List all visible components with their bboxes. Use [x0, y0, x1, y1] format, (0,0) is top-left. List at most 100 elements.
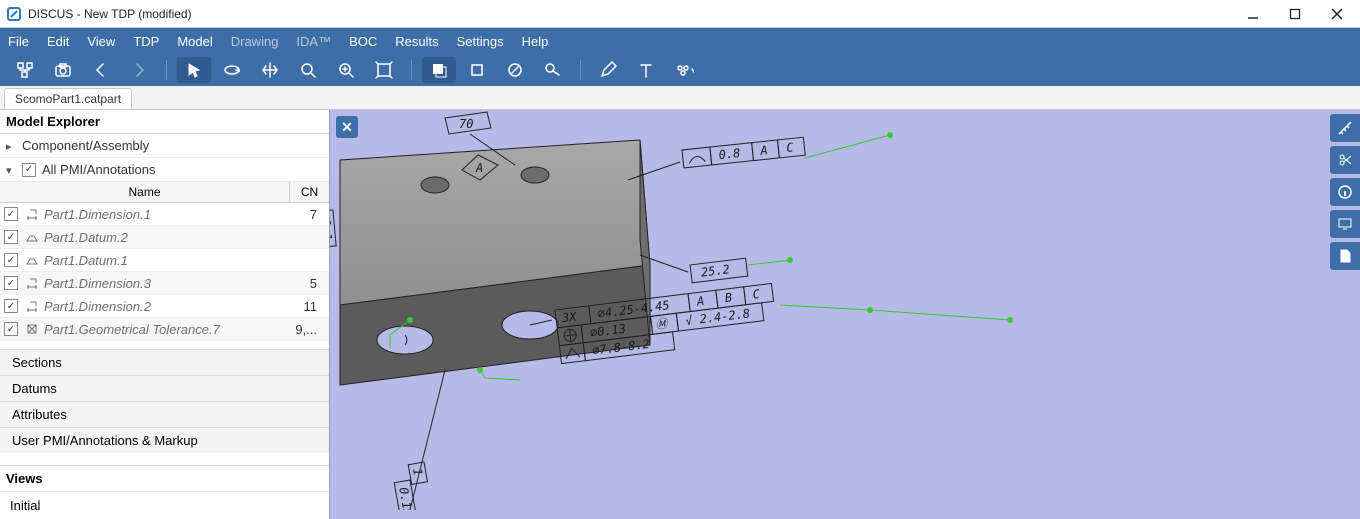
menu-tdp[interactable]: TDP — [133, 34, 159, 49]
group-sections[interactable]: Sections — [0, 349, 329, 375]
menu-ida: IDA™ — [296, 34, 331, 49]
col-cn[interactable]: CN — [289, 182, 329, 202]
group-checkbox[interactable] — [22, 163, 36, 177]
row-checkbox[interactable] — [4, 253, 18, 267]
toolbar-back-button[interactable] — [84, 57, 118, 83]
group-attributes[interactable]: Attributes — [0, 401, 329, 427]
col-name[interactable]: Name — [0, 182, 289, 202]
toolbar-forward-button — [122, 57, 156, 83]
pmi-row[interactable]: Part1.Datum.2 — [0, 226, 329, 249]
svg-text:0.15: 0.15 — [396, 486, 415, 510]
group-label: User PMI/Annotations & Markup — [12, 433, 198, 448]
pmi-row[interactable]: Part1.Geometrical Tolerance.79,... — [0, 318, 329, 341]
gtol-icon — [24, 321, 40, 337]
caret-right-icon — [6, 138, 16, 153]
close-button[interactable] — [1330, 7, 1344, 21]
row-name: Part1.Dimension.1 — [44, 207, 285, 222]
group-component-assembly[interactable]: Component/Assembly — [0, 134, 329, 158]
svg-text:25.2: 25.2 — [700, 262, 730, 279]
pmi-row[interactable]: Part1.Dimension.211 — [0, 295, 329, 318]
svg-text:3X: 3X — [560, 309, 578, 325]
model-explorer-panel: Model Explorer Component/Assembly All PM… — [0, 110, 330, 519]
view-item[interactable]: Initial — [0, 491, 329, 519]
toolbar-layer-single-button[interactable] — [460, 57, 494, 83]
row-name: Part1.Dimension.3 — [44, 276, 285, 291]
toolbar-zoom-button[interactable] — [291, 57, 325, 83]
svg-text:√ 2.4-2.8: √ 2.4-2.8 — [684, 306, 750, 328]
views-header: Views — [0, 465, 329, 491]
minimize-button[interactable] — [1246, 7, 1260, 21]
pmi-row[interactable]: Part1.Dimension.17 — [0, 203, 329, 226]
maximize-button[interactable] — [1288, 7, 1302, 21]
app-logo-icon — [6, 6, 22, 22]
dim-icon — [24, 275, 40, 291]
svg-text:0.8: 0.8 — [718, 146, 741, 162]
group-label: Attributes — [12, 407, 67, 422]
toolbar-layers-button[interactable] — [422, 57, 456, 83]
toolbar-cursor-button[interactable] — [177, 57, 211, 83]
pmi-row[interactable]: Part1.Datum.1 — [0, 249, 329, 272]
toolbar-annotate-button[interactable] — [498, 57, 532, 83]
row-name: Part1.Datum.1 — [44, 253, 285, 268]
toolbar — [0, 54, 1360, 86]
dim-icon — [24, 298, 40, 314]
row-checkbox[interactable] — [4, 276, 18, 290]
group-user-pmi[interactable]: User PMI/Annotations & Markup — [0, 427, 329, 453]
menu-file[interactable]: File — [8, 34, 29, 49]
svg-text:A: A — [695, 294, 705, 309]
3d-viewport[interactable]: ✕ A 70 — [330, 110, 1360, 519]
toolbar-tree-button[interactable] — [8, 57, 42, 83]
row-checkbox[interactable] — [4, 207, 18, 221]
title-bar: DISCUS - New TDP (modified) — [0, 0, 1360, 28]
toolbar-rotate-button[interactable] — [215, 57, 249, 83]
svg-text:B: B — [724, 290, 733, 305]
svg-text:0.1: 0.1 — [330, 218, 335, 241]
svg-text:Ⓜ: Ⓜ — [655, 316, 671, 332]
document-tab[interactable]: ScomoPart1.catpart — [4, 88, 132, 109]
datum-icon — [24, 229, 40, 245]
svg-text:70: 70 — [459, 117, 473, 131]
svg-text:1: 1 — [410, 467, 425, 477]
menu-edit[interactable]: Edit — [47, 34, 69, 49]
toolbar-text-button[interactable] — [629, 57, 663, 83]
group-label: Sections — [12, 355, 62, 370]
menu-view[interactable]: View — [87, 34, 115, 49]
toolbar-fit-button[interactable] — [367, 57, 401, 83]
svg-text:C: C — [786, 140, 795, 155]
group-label: All PMI/Annotations — [42, 162, 155, 177]
toolbar-zoom-in-button[interactable] — [329, 57, 363, 83]
row-name: Part1.Geometrical Tolerance.7 — [44, 322, 285, 337]
menu-boc[interactable]: BOC — [349, 34, 377, 49]
row-cn: 7 — [285, 207, 325, 222]
row-checkbox[interactable] — [4, 230, 18, 244]
toolbar-camera-button[interactable] — [46, 57, 80, 83]
toolbar-pencil-button[interactable] — [591, 57, 625, 83]
svg-text:C: C — [752, 287, 762, 302]
toolbar-settings-dropdown-button[interactable] — [667, 57, 701, 83]
menu-results[interactable]: Results — [395, 34, 438, 49]
menu-bar: FileEditViewTDPModelDrawingIDA™BOCResult… — [0, 28, 1360, 54]
row-checkbox[interactable] — [4, 322, 18, 336]
menu-model[interactable]: Model — [177, 34, 212, 49]
datum-icon — [24, 252, 40, 268]
pmi-column-headers: Name CN — [0, 182, 329, 203]
menu-help[interactable]: Help — [522, 34, 549, 49]
group-all-pmi[interactable]: All PMI/Annotations — [0, 158, 329, 182]
dim-icon — [24, 206, 40, 222]
row-name: Part1.Datum.2 — [44, 230, 285, 245]
row-checkbox[interactable] — [4, 299, 18, 313]
toolbar-pan-button[interactable] — [253, 57, 287, 83]
group-datums[interactable]: Datums — [0, 375, 329, 401]
window-title: DISCUS - New TDP (modified) — [28, 7, 192, 21]
pmi-row[interactable]: Part1.Dimension.35 — [0, 272, 329, 295]
group-label: Component/Assembly — [22, 138, 149, 153]
toolbar-tag-button[interactable] — [536, 57, 570, 83]
row-cn: 11 — [285, 299, 325, 314]
row-name: Part1.Dimension.2 — [44, 299, 285, 314]
group-label: Datums — [12, 381, 57, 396]
menu-settings[interactable]: Settings — [457, 34, 504, 49]
row-cn: 5 — [285, 276, 325, 291]
model-explorer-title: Model Explorer — [0, 110, 329, 134]
caret-down-icon — [6, 162, 16, 177]
svg-text:A: A — [475, 161, 483, 175]
